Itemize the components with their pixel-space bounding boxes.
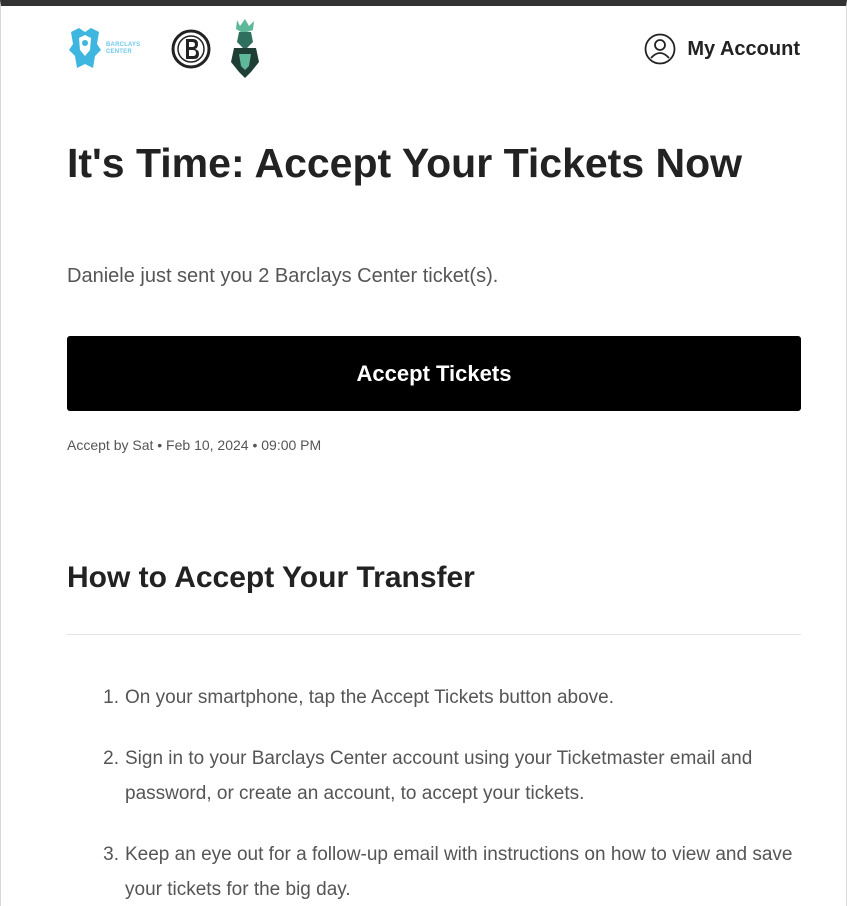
barclays-wordmark-line2: CENTER (106, 49, 132, 55)
barclays-center-logo[interactable]: BARCLAYS CENTER (67, 21, 157, 77)
brooklyn-nets-logo[interactable] (171, 28, 211, 70)
step-text: On your smartphone, tap the Accept Ticke… (125, 687, 615, 708)
user-circle-icon (644, 33, 676, 65)
my-account-label: My Account (687, 37, 800, 60)
transfer-message: Daniele just sent you 2 Barclays Center … (67, 265, 499, 287)
my-account-link[interactable]: My Account (643, 32, 800, 66)
email-frame: BARCLAYS CENTER My Account It's Time: Ac… (0, 0, 847, 906)
instructions-list: 1. On your smartphone, tap the Accept Ti… (67, 680, 801, 906)
email-header: BARCLAYS CENTER My Account (67, 18, 800, 80)
new-york-liberty-logo[interactable] (225, 18, 265, 80)
step-number: 1. (103, 687, 119, 708)
logo-group: BARCLAYS CENTER (67, 18, 265, 80)
page-title: It's Time: Accept Your Tickets Now (67, 140, 743, 186)
step-number: 3. (103, 844, 119, 865)
accept-tickets-button[interactable]: Accept Tickets (67, 336, 801, 411)
instruction-step: 1. On your smartphone, tap the Accept Ti… (67, 680, 801, 715)
barclays-wordmark: BARCLAYS CENTER (106, 42, 140, 56)
instruction-step: 3. Keep an eye out for a follow-up email… (67, 837, 801, 906)
barclays-eagle-icon (69, 28, 101, 68)
step-text: Keep an eye out for a follow-up email wi… (125, 844, 793, 900)
instructions-heading: How to Accept Your Transfer (67, 561, 475, 594)
section-divider (67, 634, 801, 635)
step-number: 2. (103, 748, 119, 769)
accept-deadline: Accept by Sat • Feb 10, 2024 • 09:00 PM (67, 437, 322, 453)
instruction-step: 2. Sign in to your Barclays Center accou… (67, 741, 801, 811)
step-text: Sign in to your Barclays Center account … (125, 748, 753, 804)
barclays-wordmark-line1: BARCLAYS (106, 42, 141, 48)
